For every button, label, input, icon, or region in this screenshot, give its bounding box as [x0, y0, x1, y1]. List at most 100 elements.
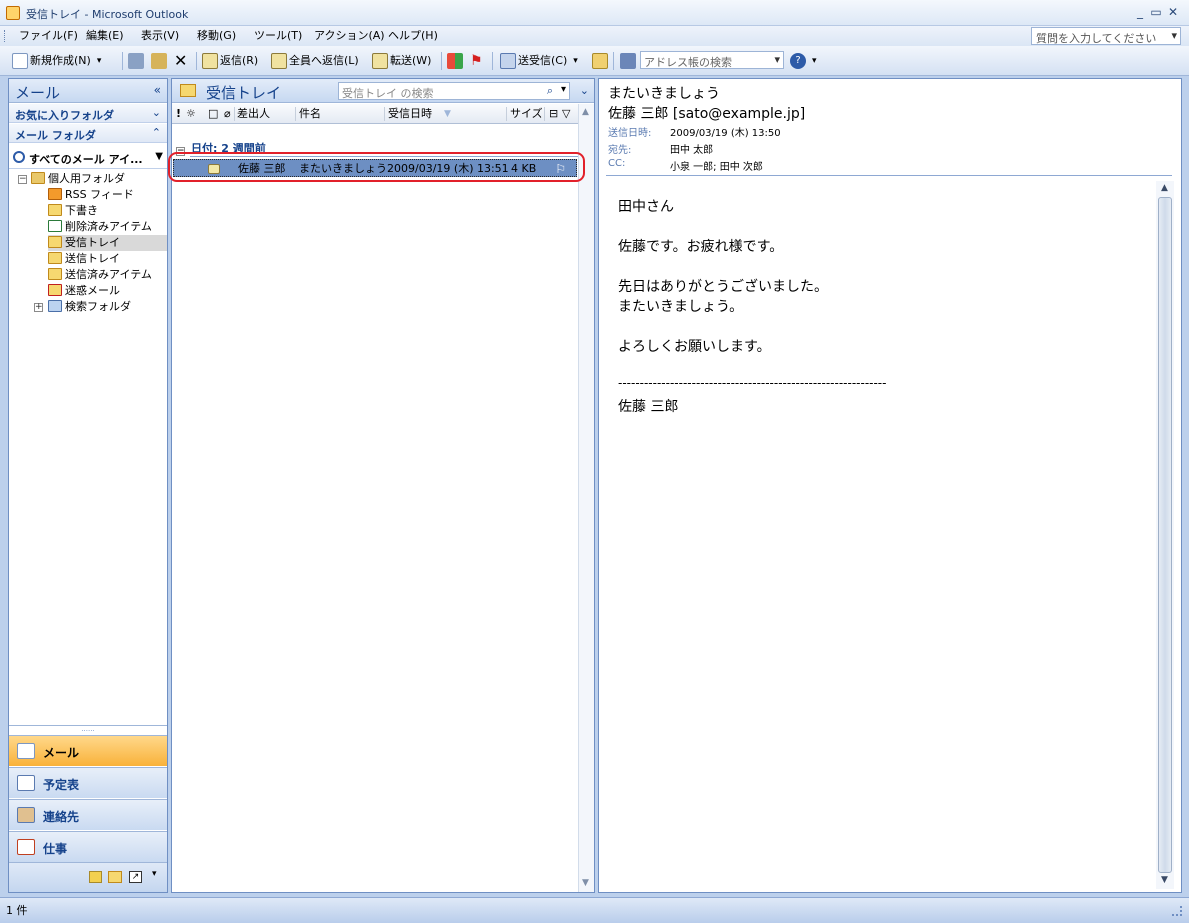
print-button[interactable]	[128, 51, 144, 71]
mail-folders-section[interactable]: メール フォルダ ⌃	[9, 124, 167, 143]
reply-button[interactable]: 返信(R)	[202, 51, 258, 71]
collapse-nav-icon[interactable]: «	[154, 83, 161, 97]
expand-search-folders-icon[interactable]: +	[34, 303, 43, 312]
help-button[interactable]: ?	[790, 51, 806, 71]
reply-all-button[interactable]: 全員へ返信(L)	[271, 51, 359, 71]
reminder-column-icon[interactable]: ☼	[186, 107, 196, 121]
nav-button-calendar[interactable]: 予定表	[9, 767, 167, 798]
address-book-button[interactable]	[620, 51, 636, 71]
tree-label: 下書き	[65, 204, 98, 217]
inbox-search-box[interactable]: 受信トレイ の検索 ⌕ ▾	[338, 82, 570, 100]
configure-buttons-icon[interactable]: ▾	[152, 869, 157, 879]
body-line: 先日はありがとうございました。	[618, 279, 828, 295]
forward-button[interactable]: 転送(W)	[372, 51, 431, 71]
expand-favorites-icon[interactable]: ⌄	[152, 106, 161, 119]
scroll-down-icon[interactable]: ▼	[1161, 875, 1168, 885]
nav-button-mail[interactable]: メール	[9, 735, 167, 766]
list-title: 受信トレイ	[206, 84, 282, 102]
search-options-dropdown-icon[interactable]: ▾	[561, 84, 566, 95]
menu-edit[interactable]: 編集(E)	[83, 28, 127, 44]
close-button[interactable]: ✕	[1166, 4, 1180, 20]
send-receive-button[interactable]: 送受信(C) ▾	[500, 51, 578, 71]
nav-button-contacts[interactable]: 連絡先	[9, 799, 167, 830]
attachment-column-icon[interactable]: ⌀	[224, 107, 231, 121]
column-separator[interactable]	[544, 107, 545, 121]
new-button[interactable]: 新規作成(N) ▾	[12, 51, 101, 71]
notes-icon[interactable]	[89, 871, 102, 883]
column-separator[interactable]	[384, 107, 385, 121]
send-receive-dropdown-icon[interactable]: ▾	[573, 51, 578, 71]
to-value[interactable]: 田中 太郎	[670, 141, 713, 156]
title-bar: 受信トレイ - Microsoft Outlook _ ▭ ✕	[0, 0, 1189, 26]
folder-list-icon[interactable]	[108, 871, 122, 883]
nav-splitter[interactable]: ......	[9, 725, 167, 733]
menu-tools[interactable]: ツール(T)	[251, 28, 305, 44]
column-separator[interactable]	[295, 107, 296, 121]
shortcuts-icon[interactable]: ↗	[129, 871, 142, 883]
tree-rss-feeds[interactable]: RSS フィード	[48, 187, 134, 203]
menu-go[interactable]: 移動(G)	[194, 28, 239, 44]
importance-column-icon[interactable]: !	[176, 107, 181, 121]
body-line: 田中さん	[618, 199, 674, 215]
tree-label: 送信済みアイテム	[65, 268, 152, 281]
tree-inbox[interactable]: 受信トレイ	[48, 235, 167, 251]
all-mail-items-selector[interactable]: すべてのメール アイ... ▼	[9, 147, 167, 169]
subject-column-header[interactable]: 件名	[299, 107, 321, 121]
collapse-mail-folders-icon[interactable]: ⌃	[152, 126, 161, 139]
tree-personal-folders[interactable]: 個人用フォルダ	[31, 171, 125, 187]
tree-sent-items[interactable]: 送信済みアイテム	[48, 267, 152, 283]
cc-value[interactable]: 小泉 一郎; 田中 次郎	[670, 158, 763, 173]
menu-grip[interactable]	[4, 30, 7, 42]
move-to-folder-button[interactable]	[151, 51, 167, 71]
sender-column-header[interactable]: 差出人	[237, 107, 270, 121]
flag-status-column-icon[interactable]: ▽	[562, 107, 570, 121]
nav-button-tasks[interactable]: 仕事	[9, 831, 167, 862]
delete-button[interactable]: ✕	[174, 51, 187, 71]
tree-junk-mail[interactable]: 迷惑メール	[48, 283, 120, 299]
follow-up-button[interactable]: ⚑	[470, 51, 483, 71]
find-button[interactable]	[592, 51, 608, 71]
maximize-button[interactable]: ▭	[1149, 4, 1163, 20]
tree-deleted-items[interactable]: 削除済みアイテム	[48, 219, 152, 235]
reading-pane-scrollbar[interactable]: ▲ ▼	[1156, 181, 1174, 889]
collapse-personal-folders-icon[interactable]: −	[18, 175, 27, 184]
received-column-header[interactable]: 受信日時	[388, 107, 432, 121]
find-icon	[592, 53, 608, 69]
search-icon[interactable]: ⌕	[547, 84, 553, 98]
category-column-icon[interactable]: ⊟	[549, 107, 558, 121]
expand-query-builder-icon[interactable]: ⌄	[580, 84, 589, 97]
scroll-up-icon[interactable]: ▲	[1161, 183, 1168, 193]
icon-column-icon[interactable]: □	[208, 107, 218, 121]
menu-actions[interactable]: アクション(A)	[311, 28, 388, 44]
new-dropdown-icon[interactable]: ▾	[97, 51, 102, 71]
list-header: 受信トレイ 受信トレイ の検索 ⌕ ▾ ⌄	[172, 79, 594, 103]
reading-sender[interactable]: 佐藤 三郎 [sato@example.jp]	[608, 103, 805, 123]
help-search-dropdown-icon[interactable]: ▾	[1171, 29, 1177, 42]
help-search-box[interactable]: 質問を入力してください ▾	[1031, 27, 1181, 45]
scroll-thumb[interactable]	[1158, 197, 1172, 873]
toolbar-options-icon[interactable]: ▾	[812, 51, 817, 71]
scroll-up-icon[interactable]: ▲	[582, 107, 589, 117]
tree-drafts[interactable]: 下書き	[48, 203, 98, 219]
tree-outbox[interactable]: 送信トレイ	[48, 251, 120, 267]
minimize-button[interactable]: _	[1133, 4, 1147, 20]
message-list-scrollbar[interactable]: ▲ ▼	[578, 104, 594, 892]
all-mail-dropdown-icon[interactable]: ▼	[155, 151, 163, 162]
column-separator[interactable]	[506, 107, 507, 121]
outlook-app-icon[interactable]	[6, 6, 20, 20]
size-column-header[interactable]: サイズ	[510, 107, 543, 121]
address-search-dropdown-icon[interactable]: ▾	[774, 53, 780, 66]
menu-file[interactable]: ファイル(F)	[16, 28, 81, 44]
standard-toolbar: 新規作成(N) ▾ ✕ 返信(R) 全員へ返信(L) 転送(W) ⚑ 送受信(C…	[0, 46, 1189, 76]
scroll-down-icon[interactable]: ▼	[582, 878, 589, 888]
address-book-search[interactable]: アドレス帳の検索 ▾	[640, 51, 784, 69]
favorites-section[interactable]: お気に入りフォルダ ⌄	[9, 104, 167, 123]
resize-grip[interactable]	[1172, 906, 1182, 916]
tree-search-folders[interactable]: 検索フォルダ	[48, 299, 131, 315]
column-separator[interactable]	[234, 107, 235, 121]
tree-label: 送信トレイ	[65, 252, 120, 265]
delete-icon: ✕	[174, 51, 188, 70]
menu-help[interactable]: ヘルプ(H)	[385, 28, 441, 44]
categorize-button[interactable]	[447, 51, 463, 71]
menu-view[interactable]: 表示(V)	[138, 28, 182, 44]
